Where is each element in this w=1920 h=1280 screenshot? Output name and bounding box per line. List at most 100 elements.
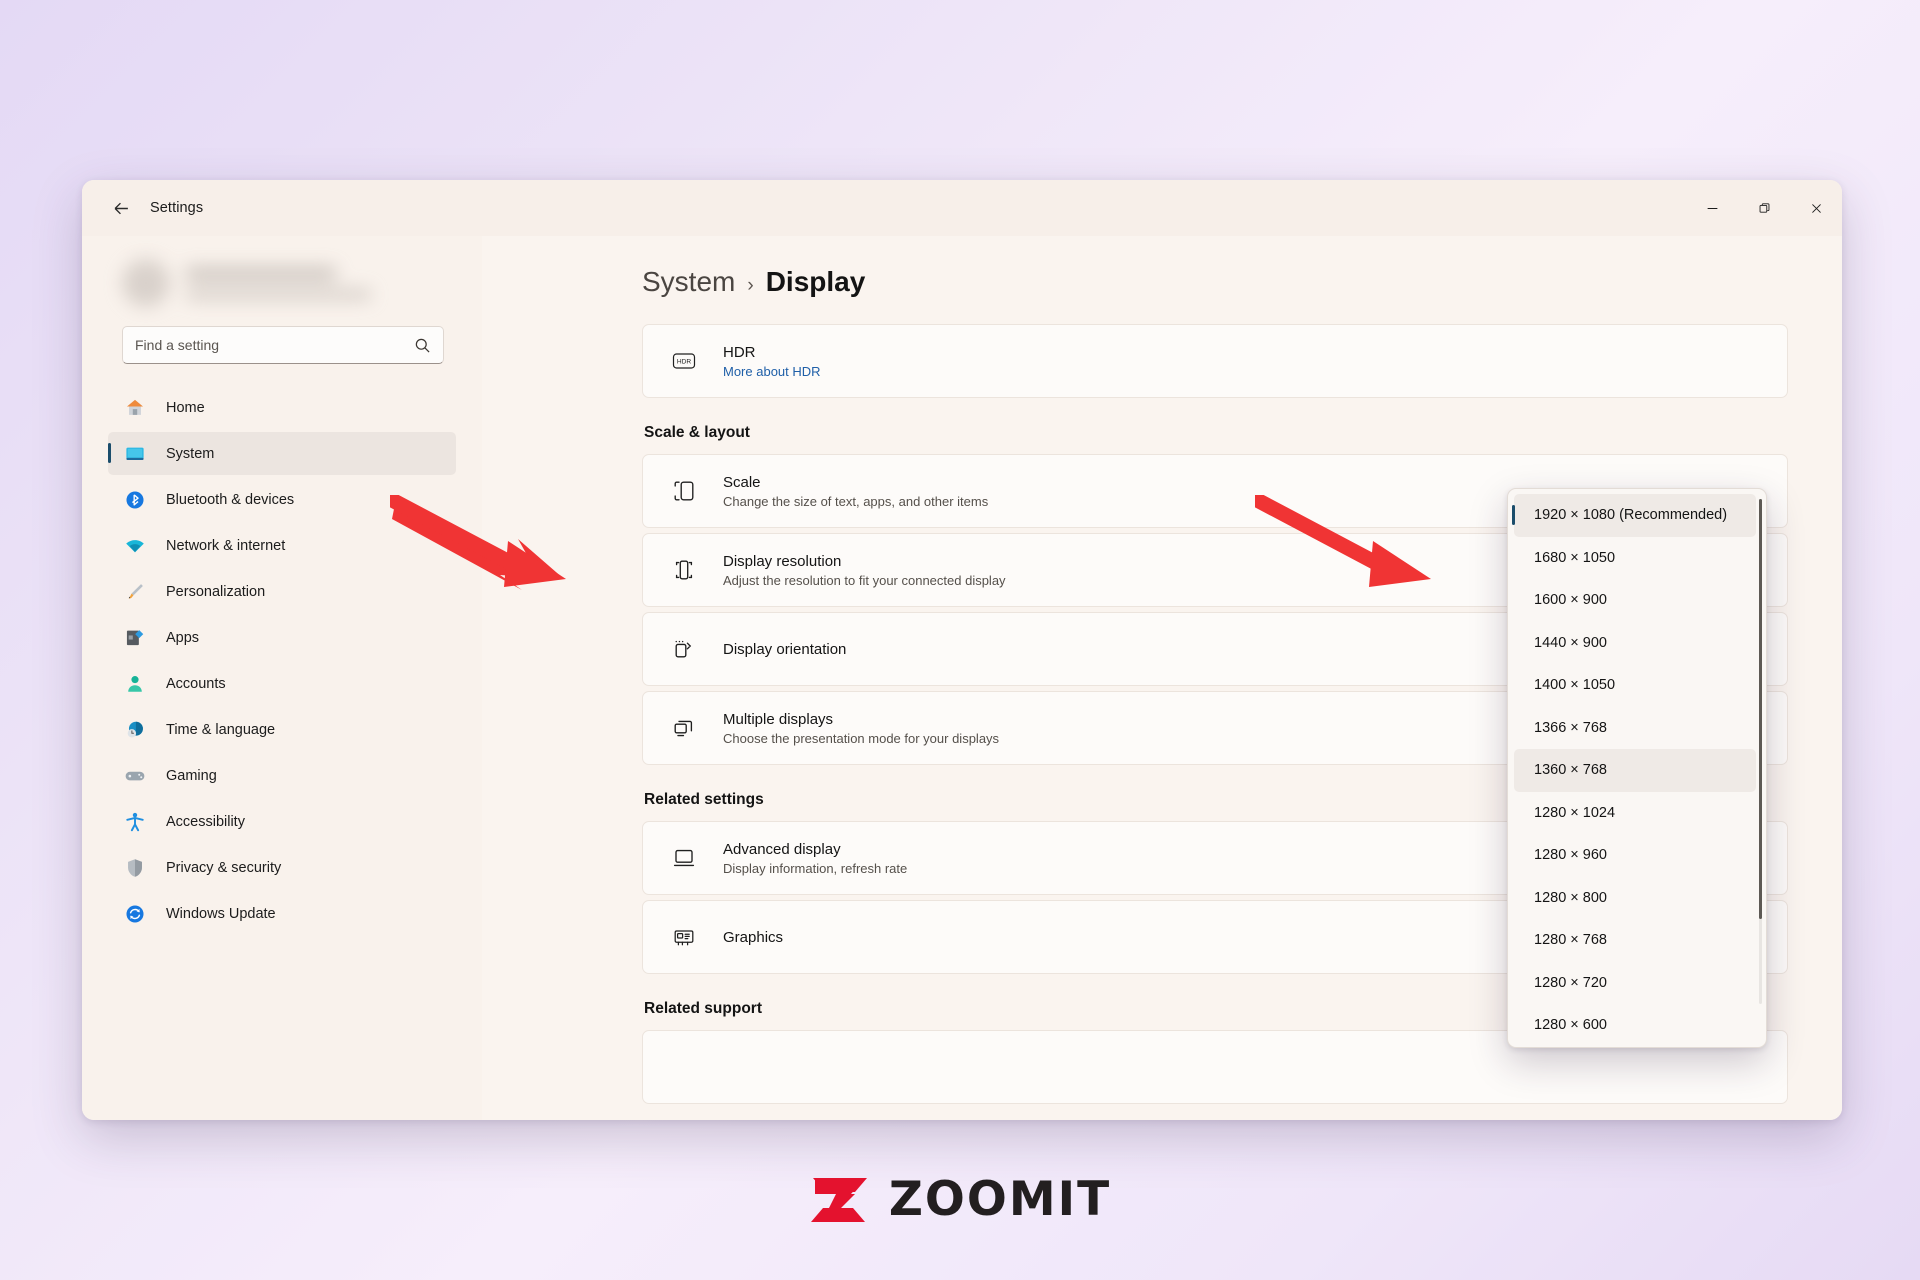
sidebar-item-accounts[interactable]: Accounts	[108, 662, 456, 705]
display-orientation-card-title: Display orientation	[723, 640, 847, 658]
close-button[interactable]	[1790, 180, 1842, 236]
zoomit-wordmark: ZOOMIT	[888, 1172, 1112, 1227]
sidebar-item-label: Network & internet	[166, 537, 286, 554]
scale-layout-heading: Scale & layout	[644, 424, 750, 441]
dropdown-scrollbar-thumb[interactable]	[1759, 499, 1762, 919]
sidebar-item-label: Apps	[166, 629, 200, 646]
sidebar-item-label: Home	[166, 399, 205, 416]
multiple-displays-card-title: Multiple displays	[723, 710, 834, 728]
breadcrumb: System › Display	[642, 266, 1842, 298]
sidebar-item-privacy-security[interactable]: Privacy & security	[108, 846, 456, 889]
resolution-option[interactable]: 1360 × 768	[1514, 749, 1756, 792]
search-box[interactable]	[122, 326, 444, 364]
page-title: Display	[765, 266, 866, 297]
resolution-option-list: 1920 × 1080 (Recommended) 1680 × 1050 16…	[1508, 494, 1762, 1047]
minimize-button[interactable]	[1686, 180, 1738, 236]
multidisplay-icon	[667, 713, 701, 743]
profile-email	[186, 288, 371, 300]
scale-card-title: Scale	[723, 473, 761, 491]
graphics-card-title: Graphics	[723, 928, 784, 946]
sidebar-item-label: System	[166, 445, 215, 462]
sidebar-item-bluetooth-devices[interactable]: Bluetooth & devices	[108, 478, 456, 521]
resolution-option[interactable]: 1280 × 600	[1514, 1004, 1756, 1047]
resolution-icon	[667, 555, 701, 585]
multiple-displays-card-subtitle: Choose the presentation mode for your di…	[723, 730, 1000, 746]
advanced-display-card-title: Advanced display	[723, 840, 841, 858]
sidebar: Home System Bluetooth & devices Network …	[82, 236, 482, 1120]
sidebar-item-windows-update[interactable]: Windows Update	[108, 892, 456, 935]
search-icon	[415, 338, 430, 353]
avatar	[122, 259, 170, 307]
hdr-icon: HDR	[667, 346, 701, 376]
resolution-option[interactable]: 1366 × 768	[1514, 707, 1756, 750]
clock-icon	[122, 718, 148, 742]
sidebar-item-network-internet[interactable]: Network & internet	[108, 524, 456, 567]
sidebar-item-gaming[interactable]: Gaming	[108, 754, 456, 797]
zoomit-watermark: ZOOMIT	[0, 1172, 1920, 1227]
scale-card-subtitle: Change the size of text, apps, and other…	[723, 493, 989, 509]
hdr-card[interactable]: HDR HDR More about HDR	[642, 324, 1788, 398]
resolution-option[interactable]: 1400 × 1050	[1514, 664, 1756, 707]
profile-text	[186, 266, 371, 300]
display-resolution-card-subtitle: Adjust the resolution to fit your connec…	[723, 572, 1006, 588]
maximize-icon	[1759, 202, 1769, 213]
display-resolution-card-title: Display resolution	[723, 552, 842, 570]
bluetooth-icon	[122, 488, 148, 512]
back-arrow-icon	[114, 202, 128, 214]
sidebar-item-label: Bluetooth & devices	[166, 491, 295, 508]
shield-icon	[122, 856, 148, 880]
resolution-option[interactable]: 1920 × 1080 (Recommended)	[1512, 494, 1756, 537]
sidebar-item-label: Privacy & security	[166, 859, 282, 876]
home-icon	[122, 396, 148, 420]
window-title: Settings	[150, 200, 204, 216]
resolution-option[interactable]: 1280 × 768	[1514, 919, 1756, 962]
resolution-option[interactable]: 1600 × 900	[1514, 579, 1756, 622]
sidebar-item-accessibility[interactable]: Accessibility	[108, 800, 456, 843]
sidebar-item-apps[interactable]: Apps	[108, 616, 456, 659]
more-about-hdr-link[interactable]: More about HDR	[723, 364, 821, 379]
scale-icon	[667, 476, 701, 506]
minimize-icon	[1707, 207, 1717, 209]
apps-icon	[122, 626, 148, 650]
window-controls	[1686, 180, 1842, 236]
orientation-icon	[667, 634, 701, 664]
resolution-option[interactable]: 1280 × 720	[1514, 962, 1756, 1005]
resolution-option[interactable]: 1280 × 800	[1514, 877, 1756, 920]
monitor-icon	[667, 843, 701, 873]
profile-name	[186, 266, 336, 280]
accessibility-icon	[122, 810, 148, 834]
sidebar-item-home[interactable]: Home	[108, 386, 456, 429]
hdr-card-title: HDR	[723, 343, 756, 361]
zoomit-logo-icon	[810, 1177, 867, 1222]
breadcrumb-parent[interactable]: System	[642, 266, 735, 298]
sidebar-item-label: Gaming	[166, 767, 217, 784]
graphics-icon	[667, 922, 701, 952]
sidebar-item-label: Personalization	[166, 583, 266, 600]
resolution-option[interactable]: 1280 × 960	[1514, 834, 1756, 877]
gamepad-icon	[122, 764, 148, 788]
sidebar-item-label: Accessibility	[166, 813, 245, 830]
wifi-icon	[122, 534, 148, 558]
title-bar: Settings	[82, 180, 1842, 236]
advanced-display-card-subtitle: Display information, refresh rate	[723, 860, 908, 876]
settings-window: Settings Find a setting Home System Blue…	[82, 180, 1842, 1120]
sidebar-item-system[interactable]: System	[108, 432, 456, 475]
sidebar-item-time-language[interactable]: Time & language	[108, 708, 456, 751]
sidebar-item-personalization[interactable]: Personalization	[108, 570, 456, 613]
breadcrumb-separator: ›	[747, 275, 754, 296]
user-profile[interactable]	[122, 246, 456, 320]
sidebar-item-label: Time & language	[166, 721, 276, 738]
resolution-dropdown[interactable]: 1920 × 1080 (Recommended) 1680 × 1050 16…	[1507, 488, 1767, 1048]
resolution-option[interactable]: 1440 × 900	[1514, 622, 1756, 665]
system-icon	[122, 442, 148, 466]
search-input[interactable]	[135, 337, 414, 353]
account-icon	[122, 672, 148, 696]
brush-icon	[122, 580, 148, 604]
svg-text:HDR: HDR	[677, 359, 692, 366]
maximize-button[interactable]	[1738, 180, 1790, 236]
back-button[interactable]	[104, 191, 138, 225]
close-icon	[1811, 203, 1821, 213]
resolution-option[interactable]: 1680 × 1050	[1514, 537, 1756, 580]
resolution-option[interactable]: 1280 × 1024	[1514, 792, 1756, 835]
sidebar-item-label: Accounts	[166, 675, 226, 692]
